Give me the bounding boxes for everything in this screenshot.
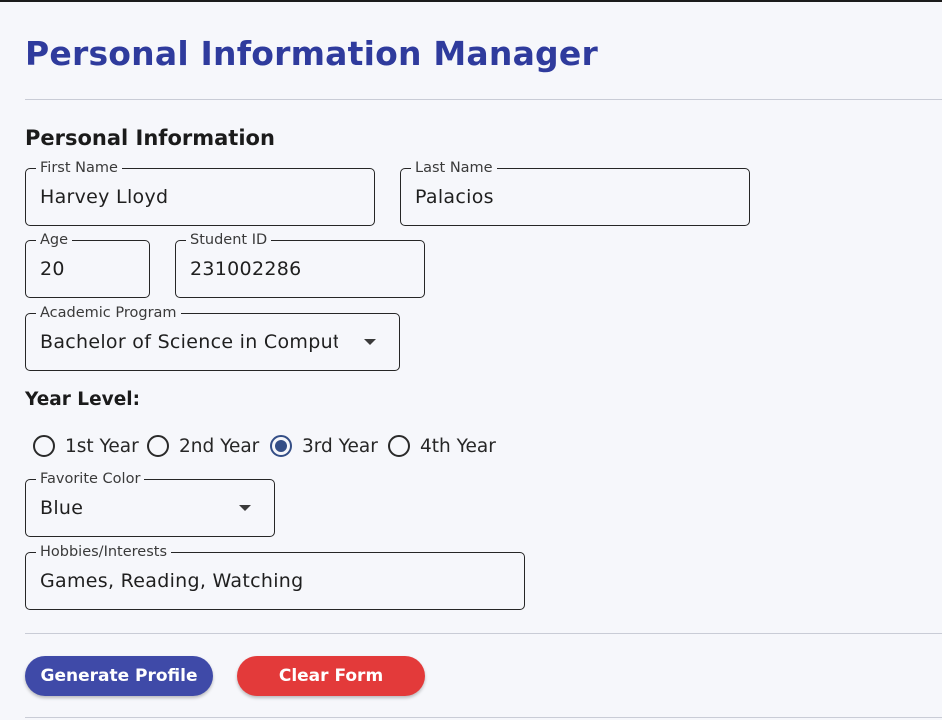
student-id-value[interactable]: 231002286	[190, 257, 302, 281]
hobbies-value[interactable]: Games, Reading, Watching	[40, 569, 303, 593]
first-name-field[interactable]: First Name Harvey Lloyd	[25, 159, 375, 226]
hobbies-label: Hobbies/Interests	[36, 543, 172, 561]
favorite-color-value[interactable]: Blue	[40, 496, 83, 520]
first-name-label: First Name	[36, 159, 122, 177]
academic-program-value[interactable]: Bachelor of Science in Compute	[40, 330, 338, 354]
generate-profile-button[interactable]: Generate Profile	[25, 656, 213, 696]
student-id-label: Student ID	[186, 231, 272, 249]
radio-button[interactable]	[388, 435, 410, 457]
last-name-field[interactable]: Last Name Palacios	[400, 159, 750, 226]
bottom-divider	[25, 717, 942, 718]
last-name-label: Last Name	[411, 159, 497, 177]
first-name-value[interactable]: Harvey Lloyd	[40, 185, 168, 209]
radio-label[interactable]: 2nd Year	[179, 434, 259, 460]
radio-label[interactable]: 4th Year	[420, 434, 496, 460]
top-border	[0, 0, 942, 2]
favorite-color-select[interactable]: Favorite Color Blue	[25, 470, 275, 537]
student-id-field[interactable]: Student ID 231002286	[175, 231, 425, 298]
academic-program-select[interactable]: Academic Program Bachelor of Science in …	[25, 304, 400, 371]
radio-label[interactable]: 3rd Year	[302, 434, 378, 460]
hobbies-field[interactable]: Hobbies/Interests Games, Reading, Watchi…	[25, 543, 525, 610]
radio-label[interactable]: 1st Year	[65, 434, 139, 460]
radio-button-selected[interactable]	[270, 435, 292, 457]
academic-program-label: Academic Program	[36, 304, 181, 322]
age-field[interactable]: Age 20	[25, 231, 150, 298]
year-level-label: Year Level:	[25, 389, 140, 410]
header-divider	[25, 99, 942, 100]
clear-form-button[interactable]: Clear Form	[237, 656, 425, 696]
last-name-value[interactable]: Palacios	[415, 185, 494, 209]
radio-button[interactable]	[147, 435, 169, 457]
favorite-color-label: Favorite Color	[36, 470, 145, 488]
form-divider	[25, 633, 942, 634]
caret-down-icon[interactable]	[239, 505, 251, 511]
age-label: Age	[36, 231, 73, 249]
caret-down-icon[interactable]	[364, 339, 376, 345]
page-title: Personal Information Manager	[25, 34, 598, 73]
section-title: Personal Information	[25, 126, 275, 150]
radio-button[interactable]	[33, 435, 55, 457]
age-value[interactable]: 20	[40, 257, 65, 281]
